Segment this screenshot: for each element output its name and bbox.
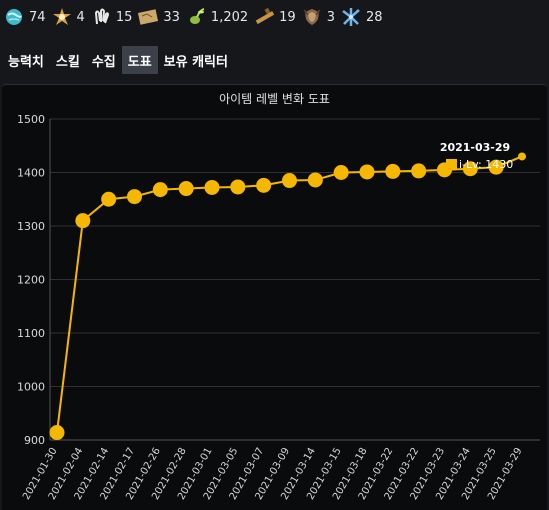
data-point: [127, 189, 142, 205]
tooltip-date: 2021-03-29: [440, 141, 510, 154]
data-point: [256, 177, 272, 193]
y-tick-label: 900: [24, 434, 45, 447]
data-point: [518, 152, 526, 161]
y-tick-label: 1200: [17, 274, 45, 287]
data-point: [49, 425, 65, 441]
y-tick-label: 1000: [17, 381, 45, 394]
series-line: [56, 155, 523, 433]
y-tick-label: 1100: [17, 327, 45, 340]
data-point: [411, 163, 427, 179]
data-point: [359, 164, 375, 180]
data-point: [178, 181, 194, 197]
data-point: [385, 163, 401, 179]
data-point: [75, 213, 91, 229]
item-level-chart: 9001000110012001300140015002021-01-30202…: [17, 113, 540, 502]
y-tick-label: 1300: [17, 220, 45, 233]
tooltip-swatch: [446, 159, 457, 170]
data-point: [204, 179, 220, 195]
y-tick-label: 1400: [17, 167, 45, 180]
data-point: [152, 182, 168, 198]
data-point: [101, 191, 117, 207]
y-tick-label: 1500: [17, 113, 45, 126]
tooltip-value: i-Lv: 1430: [459, 158, 513, 171]
data-point: [307, 172, 323, 188]
data-point: [333, 165, 349, 180]
data-point: [282, 173, 297, 189]
data-point: [230, 179, 246, 195]
